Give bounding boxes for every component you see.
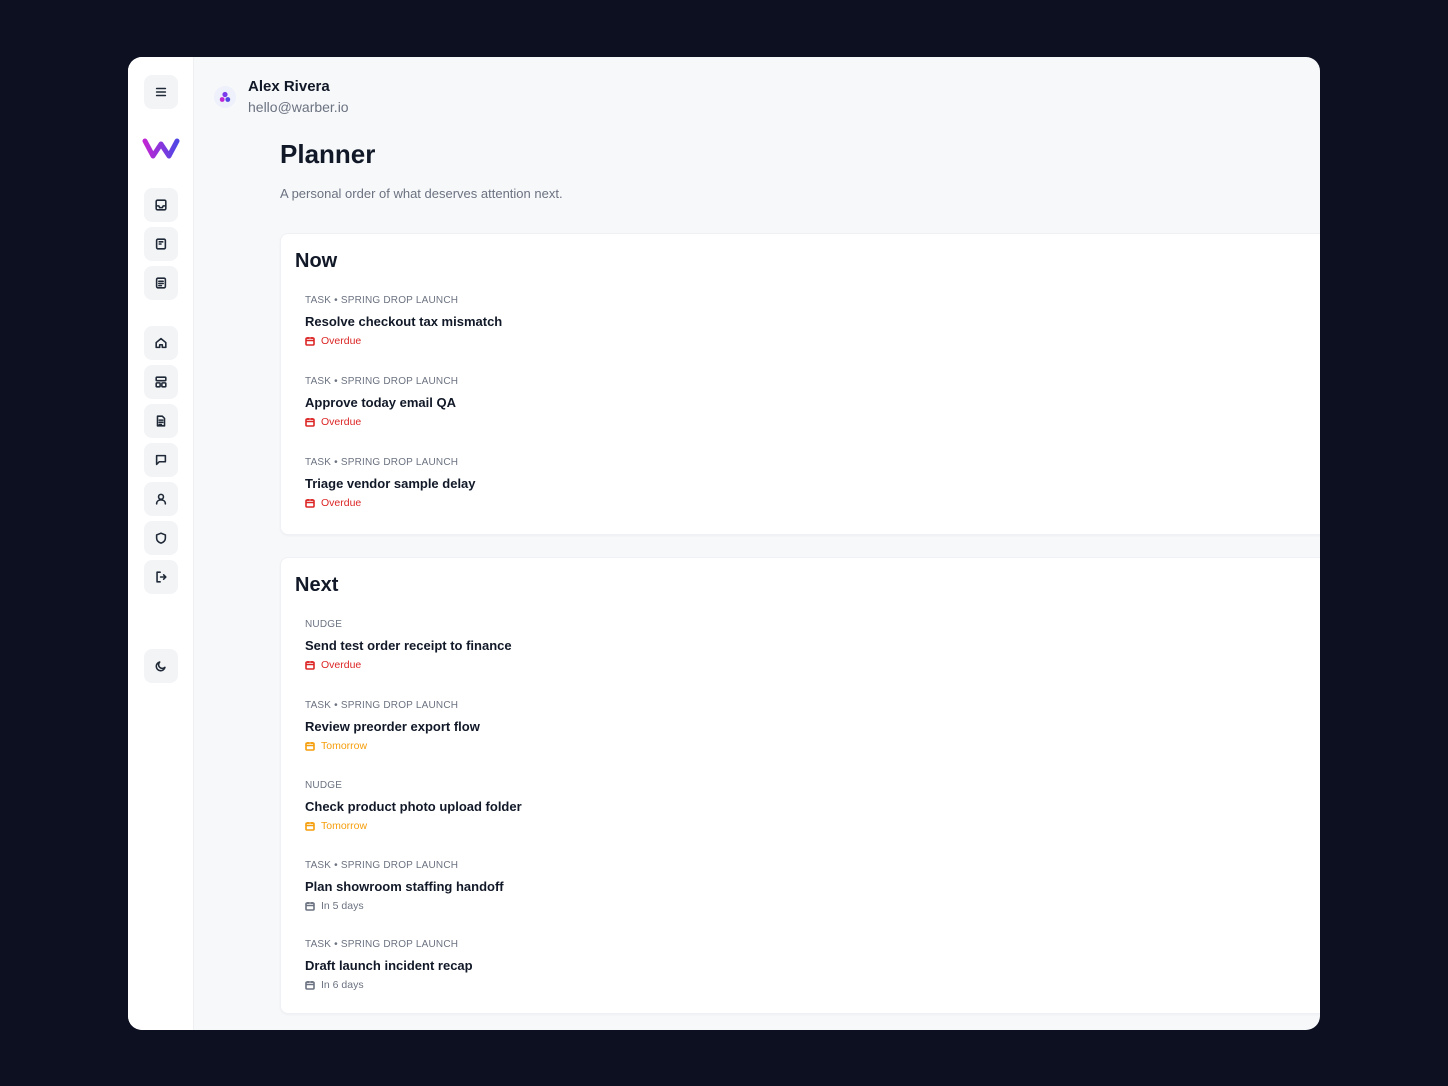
item-meta: TASK • SPRING DROP LAUNCH <box>305 939 459 950</box>
item-meta: TASK • SPRING DROP LAUNCH <box>305 376 459 387</box>
bookmark-icon[interactable] <box>144 227 178 261</box>
calendar-icon <box>305 661 315 670</box>
due-badge: Overdue <box>305 658 512 672</box>
item-title[interactable]: Plan showroom staffing handoff <box>305 879 504 895</box>
list-item[interactable]: TASK • SPRING DROP LAUNCH Draft launch i… <box>305 939 473 992</box>
calendar-icon <box>305 902 315 911</box>
item-title[interactable]: Draft launch incident recap <box>305 958 473 974</box>
item-title[interactable]: Approve today email QA <box>305 395 458 411</box>
item-meta: TASK • SPRING DROP LAUNCH <box>305 457 459 468</box>
list-item[interactable]: TASK • SPRING DROP LAUNCH Plan showroom … <box>305 860 504 913</box>
due-label: In 6 days <box>321 979 364 991</box>
page-subtitle: A personal order of what deserves attent… <box>280 186 563 201</box>
calendar-icon <box>305 418 315 427</box>
item-meta: TASK • SPRING DROP LAUNCH <box>305 860 459 871</box>
due-badge: Tomorrow <box>305 739 480 753</box>
item-meta: TASK • SPRING DROP LAUNCH <box>305 700 459 711</box>
due-label: Tomorrow <box>321 820 368 832</box>
user-profile[interactable]: Alex Rivera hello@warber.io <box>214 77 349 117</box>
section-title: Next <box>295 574 339 596</box>
due-label: Overdue <box>321 497 362 509</box>
item-title[interactable]: Resolve checkout tax mismatch <box>305 314 502 330</box>
item-meta: NUDGE <box>305 780 343 791</box>
due-badge: In 5 days <box>305 899 504 913</box>
app-window: Alex Rivera hello@warber.io Planner A pe… <box>128 57 1320 1030</box>
due-badge: Overdue <box>305 334 502 348</box>
main-content: Alex Rivera hello@warber.io Planner A pe… <box>194 57 1320 1030</box>
inbox-icon[interactable] <box>144 188 178 222</box>
item-title[interactable]: Triage vendor sample delay <box>305 476 476 492</box>
calendar-icon <box>305 981 315 990</box>
due-badge: Overdue <box>305 496 476 510</box>
due-label: Overdue <box>321 659 362 671</box>
item-title[interactable]: Check product photo upload folder <box>305 799 522 815</box>
menu-icon[interactable] <box>144 75 178 109</box>
user-icon[interactable] <box>144 482 178 516</box>
item-title[interactable]: Send test order receipt to finance <box>305 638 512 654</box>
sidebar <box>128 57 194 1030</box>
notes-icon[interactable] <box>144 266 178 300</box>
item-meta: TASK • SPRING DROP LAUNCH <box>305 295 459 306</box>
user-email: hello@warber.io <box>248 99 349 115</box>
due-badge: Tomorrow <box>305 819 522 833</box>
dashboard-icon[interactable] <box>144 365 178 399</box>
document-icon[interactable] <box>144 404 178 438</box>
user-name: Alex Rivera <box>248 78 330 95</box>
list-item[interactable]: TASK • SPRING DROP LAUNCH Approve today … <box>305 376 458 429</box>
shield-icon[interactable] <box>144 521 178 555</box>
due-badge: In 6 days <box>305 978 473 992</box>
section-now: Now TASK • SPRING DROP LAUNCH Resolve ch… <box>280 233 1320 535</box>
calendar-icon <box>305 822 315 831</box>
home-icon[interactable] <box>144 326 178 360</box>
section-title: Now <box>295 250 338 272</box>
page-title: Planner <box>280 139 376 169</box>
avatar[interactable] <box>214 86 236 108</box>
warber-logo <box>142 138 180 159</box>
item-meta: NUDGE <box>305 619 343 630</box>
item-title[interactable]: Review preorder export flow <box>305 719 480 735</box>
calendar-icon <box>305 499 315 508</box>
calendar-icon <box>305 742 315 751</box>
avatar-icon <box>219 91 231 102</box>
list-item[interactable]: NUDGE Send test order receipt to finance… <box>305 619 512 672</box>
calendar-icon <box>305 337 315 346</box>
logout-icon[interactable] <box>144 560 178 594</box>
due-badge: Overdue <box>305 415 458 429</box>
moon-icon[interactable] <box>144 649 178 683</box>
list-item[interactable]: TASK • SPRING DROP LAUNCH Triage vendor … <box>305 457 476 510</box>
chat-icon[interactable] <box>144 443 178 477</box>
list-item[interactable]: NUDGE Check product photo upload folder … <box>305 780 522 833</box>
section-next: Next NUDGE Send test order receipt to fi… <box>280 557 1320 1014</box>
due-label: In 5 days <box>321 900 364 912</box>
due-label: Overdue <box>321 335 362 347</box>
list-item[interactable]: TASK • SPRING DROP LAUNCH Review preorde… <box>305 700 480 753</box>
list-item[interactable]: TASK • SPRING DROP LAUNCH Resolve checko… <box>305 295 502 348</box>
due-label: Overdue <box>321 416 362 428</box>
due-label: Tomorrow <box>321 740 368 752</box>
